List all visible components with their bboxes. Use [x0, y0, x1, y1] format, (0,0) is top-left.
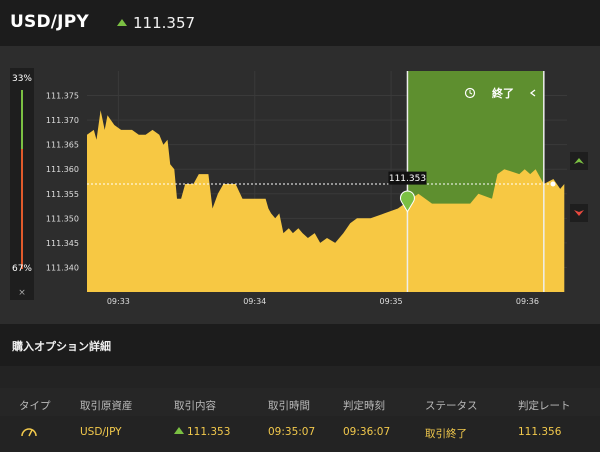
- row-rate: 111.356: [518, 426, 562, 438]
- row-trade-time: 09:35:07: [268, 426, 316, 438]
- row-content-value: 111.353: [187, 426, 231, 438]
- gauge-icon: [20, 424, 38, 441]
- up-arrow-icon: [117, 19, 127, 26]
- current-price-value: 111.357: [133, 14, 196, 32]
- up-arrow-icon: [574, 158, 584, 164]
- y-tick-label: 111.360: [46, 165, 79, 174]
- y-axis: 111.375 111.370 111.365 111.360 111.355 111.3…: [46, 92, 79, 273]
- x-tick-label: 09:34: [243, 297, 266, 306]
- down-arrow-icon: [574, 210, 584, 216]
- current-price: 111.357: [117, 14, 195, 32]
- details-title: 購入オプション詳細: [12, 340, 111, 353]
- current-price-dot: [550, 181, 556, 187]
- price-chart: 111.375 111.370 111.365 111.360 111.355 111.3…: [46, 71, 567, 306]
- col-header-trade-time: 取引時間: [268, 400, 310, 412]
- buy-low-button[interactable]: [570, 204, 588, 222]
- y-tick-label: 111.345: [46, 239, 79, 248]
- y-tick-label: 111.340: [46, 263, 79, 272]
- col-header-status: ステータス: [425, 400, 478, 412]
- col-header-asset: 取引原資産: [80, 400, 133, 412]
- row-content: 111.353: [174, 426, 230, 438]
- row-asset: USD/JPY: [80, 426, 122, 438]
- y-tick-label: 111.350: [46, 214, 79, 223]
- details-section-header: 購入オプション詳細: [0, 324, 600, 366]
- x-tick-label: 09:35: [380, 297, 403, 306]
- x-axis: 09:33 09:34 09:35 09:36: [107, 297, 539, 306]
- col-header-rate: 判定レート: [518, 400, 571, 412]
- entry-price-label: 111.353: [389, 174, 426, 184]
- currency-pair-title: USD/JPY: [10, 12, 89, 32]
- col-header-content: 取引内容: [174, 400, 216, 412]
- y-tick-label: 111.375: [46, 92, 79, 101]
- app-header: USD/JPY 111.357: [0, 0, 600, 46]
- up-arrow-icon: [174, 427, 184, 434]
- y-tick-label: 111.365: [46, 141, 79, 150]
- y-tick-label: 111.370: [46, 116, 79, 125]
- row-judge-time: 09:36:07: [343, 426, 391, 438]
- row-status: 取引終了: [425, 428, 467, 440]
- end-label-text: 終了: [492, 86, 514, 100]
- y-tick-label: 111.355: [46, 190, 79, 199]
- col-header-judge-time: 判定時刻: [343, 400, 385, 412]
- chart-panel: 33% 67% × 111.375 111.370 111.365 111.360 11…: [0, 46, 600, 324]
- buy-high-button[interactable]: [570, 152, 588, 170]
- x-tick-label: 09:36: [516, 297, 539, 306]
- x-tick-label: 09:33: [107, 297, 130, 306]
- col-header-type: タイプ: [19, 400, 51, 412]
